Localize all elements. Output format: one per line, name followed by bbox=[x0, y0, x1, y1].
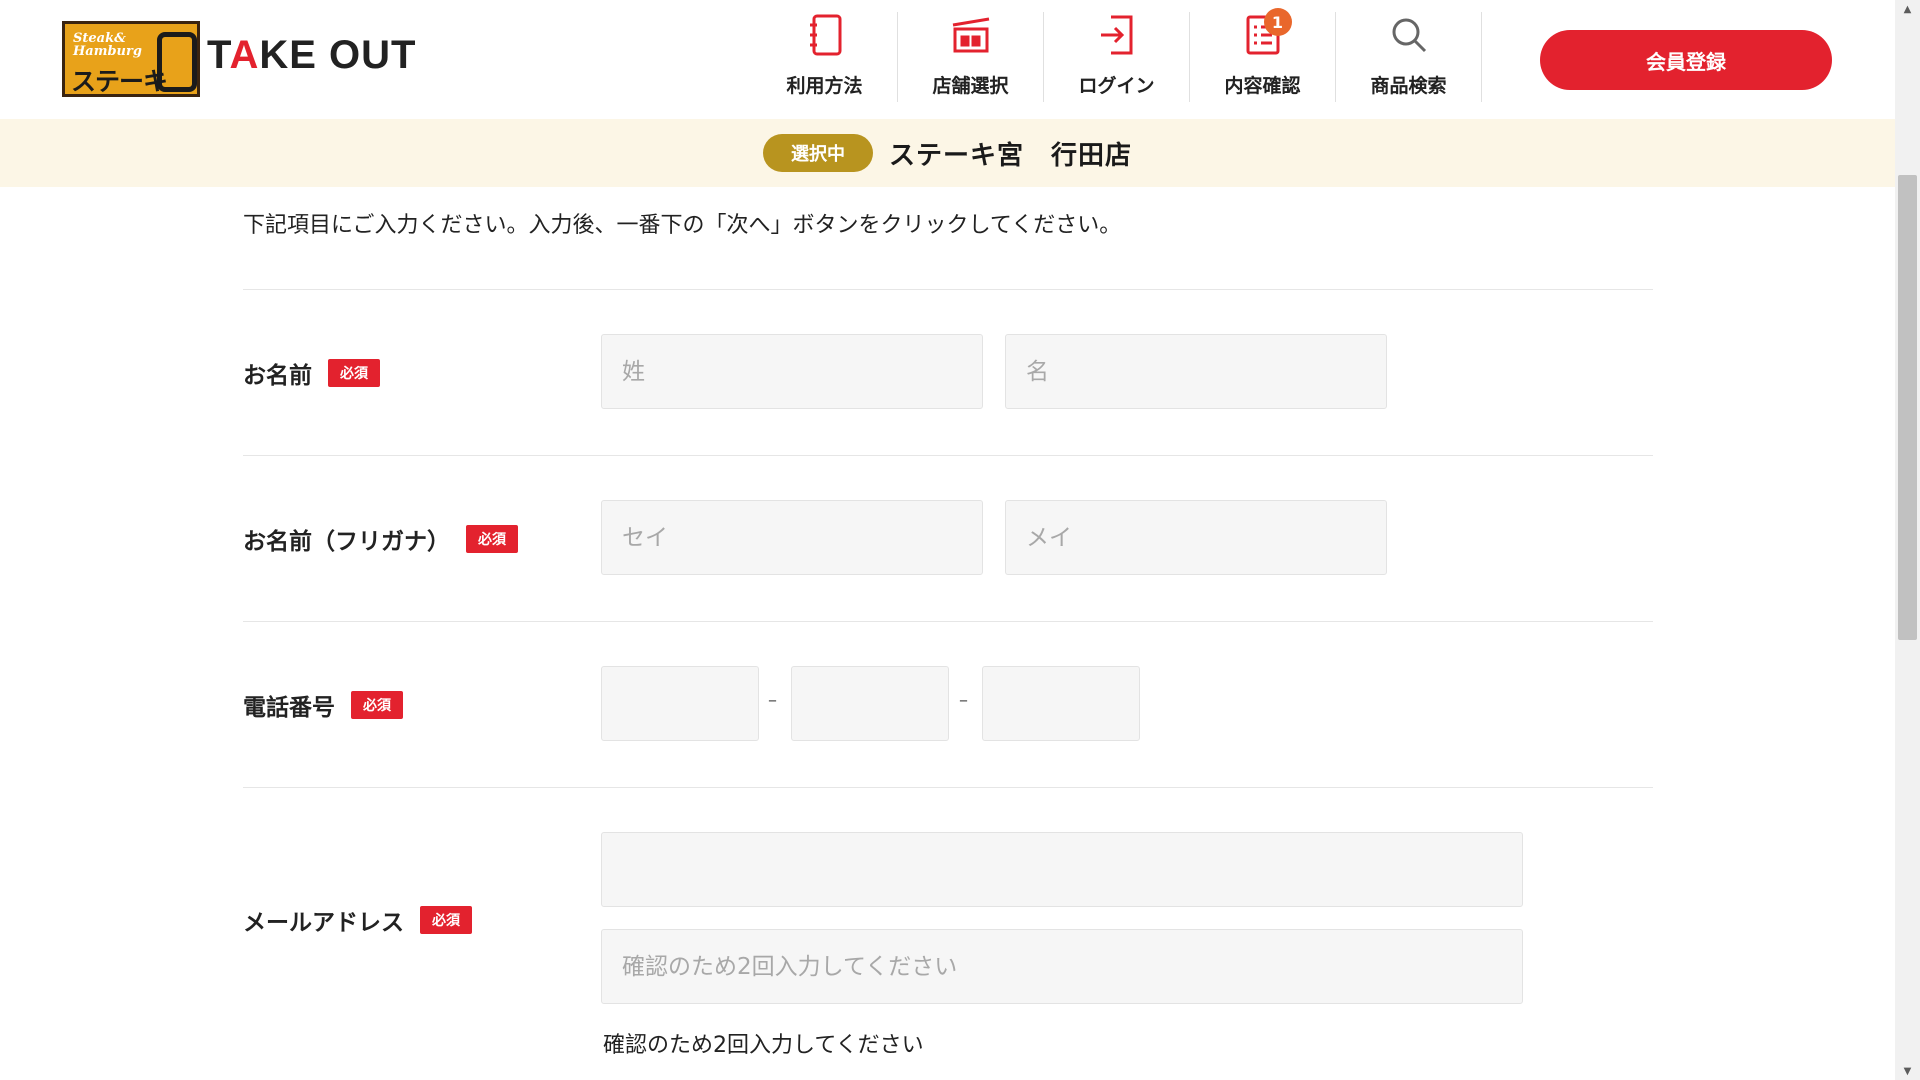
scroll-up-arrow-icon[interactable]: ▲ bbox=[1895, 0, 1920, 18]
name-label: お名前 必須 bbox=[243, 356, 380, 390]
login-icon bbox=[1094, 12, 1140, 58]
divider bbox=[243, 289, 1653, 290]
kana-label: お名前（フリガナ） 必須 bbox=[243, 522, 518, 556]
email-confirm-hint: 確認のため2回入力してください bbox=[603, 1033, 924, 1058]
phone-label-text: 電話番号 bbox=[243, 695, 335, 721]
nav-label: 利用方法 bbox=[786, 75, 863, 97]
required-badge: 必須 bbox=[466, 525, 518, 553]
scroll-thumb[interactable] bbox=[1898, 175, 1917, 640]
site-header: Steak& Hamburg ステーキ TAKE OUT 利用方法 店舗選択 ロ… bbox=[0, 0, 1895, 119]
cart-count-badge: 1 bbox=[1263, 8, 1292, 36]
selected-status-badge: 選択中 bbox=[762, 134, 873, 172]
email-label: メールアドレス 必須 bbox=[243, 903, 472, 937]
member-register-button[interactable]: 会員登録 bbox=[1540, 30, 1832, 90]
store-icon bbox=[948, 12, 994, 58]
phone-label: 電話番号 必須 bbox=[243, 688, 403, 722]
kana-label-text: お名前（フリガナ） bbox=[243, 529, 450, 555]
phone-part3-input[interactable] bbox=[982, 666, 1140, 741]
scroll-down-arrow-icon[interactable]: ▼ bbox=[1895, 1062, 1920, 1080]
page-scrollbar[interactable]: ▲ ▼ bbox=[1895, 0, 1920, 1080]
wordmark-accent: A bbox=[229, 33, 260, 77]
brand-logo[interactable]: Steak& Hamburg ステーキ bbox=[62, 21, 200, 97]
brand-wordmark[interactable]: TAKE OUT bbox=[207, 33, 416, 78]
divider bbox=[243, 787, 1653, 788]
email-confirm-input[interactable] bbox=[601, 929, 1523, 1004]
required-badge: 必須 bbox=[420, 906, 472, 934]
form-instructions: 下記項目にご入力ください。入力後、一番下の「次へ」ボタンをクリックしてください。 bbox=[243, 213, 1122, 238]
nav-label: 内容確認 bbox=[1224, 75, 1301, 97]
main-nav: 利用方法 店舗選択 ログイン 1 内容確認 商品検索 bbox=[752, 8, 1482, 102]
divider bbox=[243, 621, 1653, 622]
last-name-input[interactable] bbox=[601, 334, 983, 409]
search-icon bbox=[1386, 12, 1432, 58]
logo-subtitle-line2: Hamburg bbox=[73, 44, 142, 59]
nav-label: 店舗選択 bbox=[932, 75, 1009, 97]
first-name-input[interactable] bbox=[1005, 334, 1387, 409]
nav-item-store[interactable]: 店舗選択 bbox=[898, 12, 1044, 102]
phone-part1-input[interactable] bbox=[601, 666, 759, 741]
nav-item-guide[interactable]: 利用方法 bbox=[752, 12, 898, 102]
required-badge: 必須 bbox=[351, 691, 403, 719]
phone-part2-input[interactable] bbox=[791, 666, 949, 741]
guide-book-icon bbox=[802, 12, 848, 58]
logo-miya-mark bbox=[157, 32, 197, 92]
nav-label: 商品検索 bbox=[1370, 75, 1447, 97]
logo-subtitle: Steak& Hamburg bbox=[73, 32, 142, 58]
email-label-text: メールアドレス bbox=[243, 910, 404, 936]
nav-item-search[interactable]: 商品検索 bbox=[1336, 12, 1482, 102]
name-label-text: お名前 bbox=[243, 363, 312, 389]
last-name-kana-input[interactable] bbox=[601, 500, 983, 575]
nav-label: ログイン bbox=[1078, 75, 1155, 97]
order-list-icon: 1 bbox=[1240, 8, 1292, 58]
email-input[interactable] bbox=[601, 832, 1523, 907]
nav-item-order-check[interactable]: 1 内容確認 bbox=[1190, 8, 1336, 102]
required-badge: 必須 bbox=[328, 359, 380, 387]
nav-item-login[interactable]: ログイン bbox=[1044, 12, 1190, 102]
first-name-kana-input[interactable] bbox=[1005, 500, 1387, 575]
phone-separator: – bbox=[768, 690, 777, 711]
selected-store-name: ステーキ宮 行田店 bbox=[888, 140, 1132, 171]
divider bbox=[243, 455, 1653, 456]
logo-title: ステーキ bbox=[71, 67, 168, 96]
wordmark-prefix: T bbox=[207, 33, 230, 77]
phone-separator: – bbox=[959, 690, 968, 711]
selected-store-bar: 選択中 ステーキ宮 行田店 bbox=[0, 119, 1895, 187]
wordmark-suffix: KE OUT bbox=[259, 33, 417, 77]
